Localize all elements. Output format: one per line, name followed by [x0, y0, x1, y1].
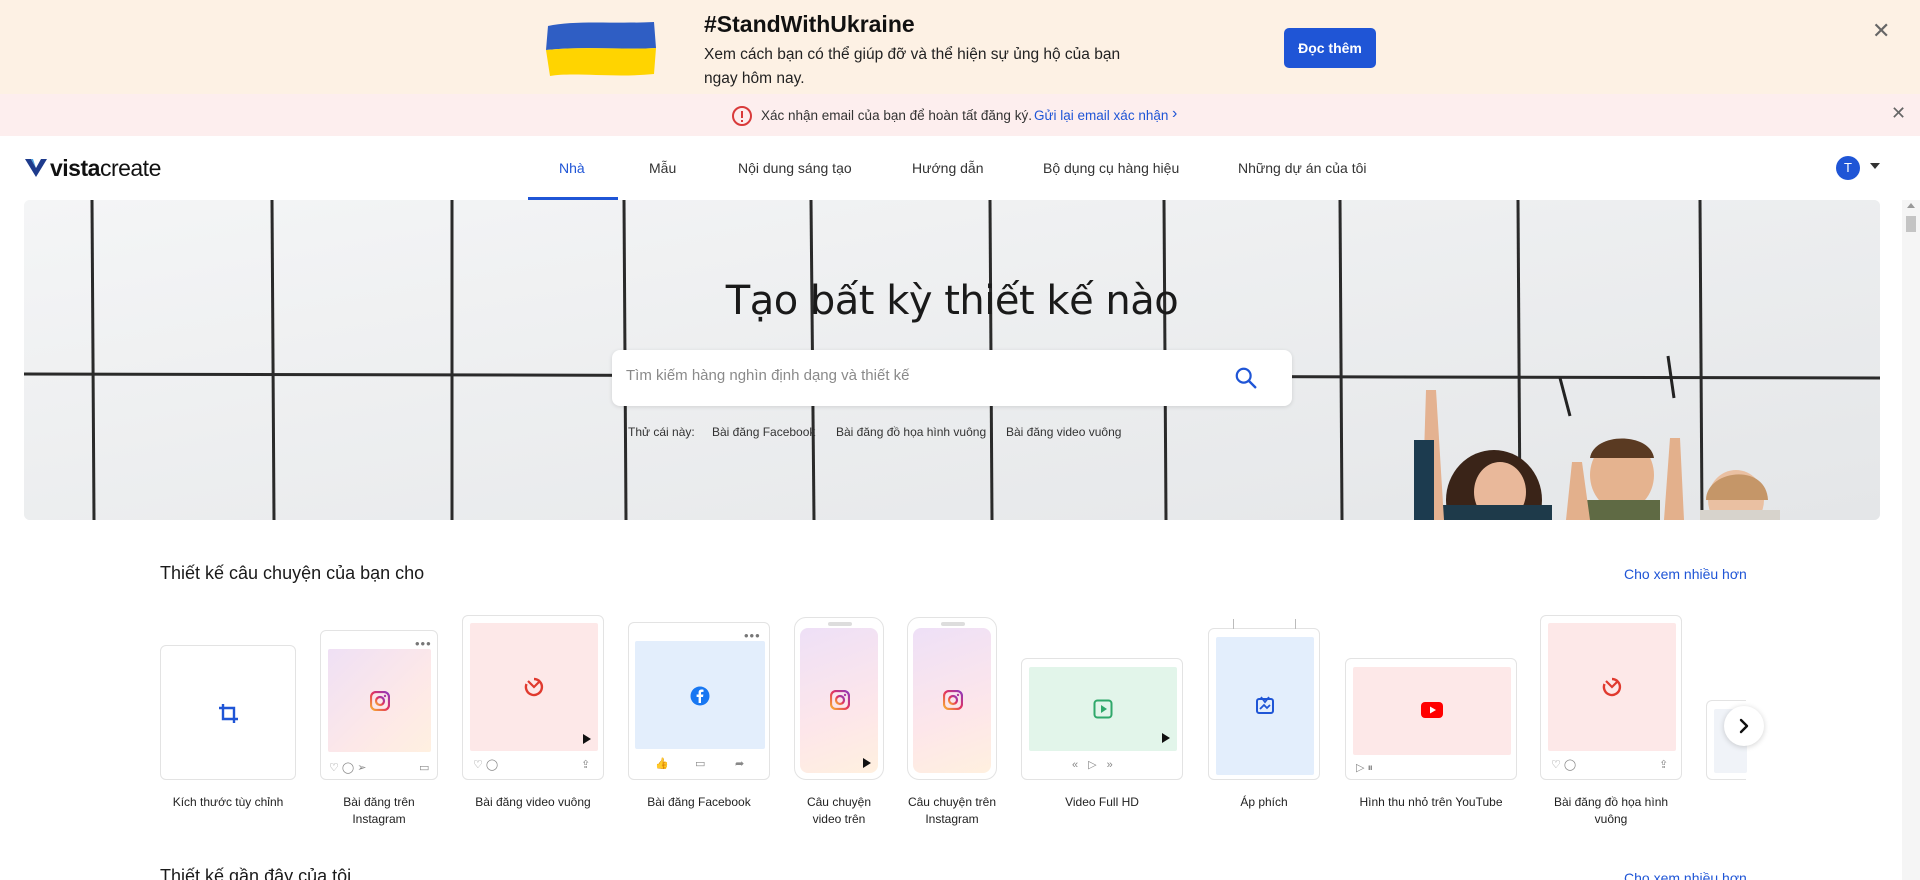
like-icon: ♡ ◯: [1551, 759, 1577, 771]
logo-bold-text: vista: [50, 154, 100, 181]
poster-string: [1233, 619, 1234, 629]
logo-light-text: create: [99, 154, 161, 181]
search-icon[interactable]: [1234, 366, 1258, 390]
play-icon: [863, 758, 871, 768]
format-label: Bài đăng Facebook: [647, 795, 751, 809]
nav-item-templates[interactable]: Mẫu: [649, 160, 676, 176]
suggestion-facebook-post[interactable]: Bài đăng Facebook: [712, 425, 815, 439]
ukraine-description: Xem cách bạn có thể giúp đỡ và thể hiện …: [704, 46, 1121, 87]
format-label: Bài đăng video vuông: [475, 795, 591, 809]
facebook-icon: [690, 686, 710, 706]
format-label: Kích thước tùy chỉnh: [172, 795, 284, 809]
share-icon: ➦: [735, 758, 745, 770]
ukraine-title: #StandWithUkraine: [704, 11, 915, 37]
search-input[interactable]: [626, 367, 1206, 384]
like-icon: ♡ ◯ ➢: [329, 762, 367, 774]
email-confirm-message: Xác nhận email của bạn để hoàn tất đăng …: [761, 108, 1032, 123]
format-card-instagram-post[interactable]: ••• ♡ ◯ ➢ ▭: [320, 630, 438, 780]
chevron-right-icon[interactable]: ›: [1172, 105, 1177, 123]
scrollbar[interactable]: [1902, 200, 1920, 880]
format-label: Hình thu nhỏ trên YouTube: [1359, 795, 1503, 809]
format-card-facebook-post[interactable]: ••• 👍 ▭ ➦: [628, 622, 770, 780]
suggestion-square-graphic-post[interactable]: Bài đăng đồ họa hình vuông: [836, 425, 986, 439]
nav-item-home[interactable]: Nhà: [559, 160, 585, 176]
close-icon[interactable]: ✕: [1872, 20, 1890, 42]
format-label: Video Full HD: [1065, 795, 1139, 809]
format-card-square-video-post[interactable]: ♡ ◯ ⇪: [462, 615, 604, 780]
nav-item-my-projects[interactable]: Những dự án của tôi: [1238, 160, 1367, 176]
caret-down-icon[interactable]: [1870, 163, 1880, 169]
warning-icon: [732, 106, 752, 126]
play-icon: [583, 734, 591, 744]
ukraine-flag-icon: [546, 22, 656, 76]
show-more-link[interactable]: Cho xem nhiều hơn: [1624, 870, 1747, 880]
phone-notch: [941, 622, 965, 626]
hero-banner: Tạo bất kỳ thiết kế nào Thử cái này: Bài…: [24, 200, 1880, 520]
comment-icon: ▭: [695, 758, 706, 770]
scrollbar-thumb[interactable]: [1906, 216, 1916, 232]
video-controls-icon: ▷ ⏸: [1356, 762, 1374, 774]
crop-icon: [219, 704, 238, 723]
instagram-icon: [830, 690, 850, 710]
format-label: Bài đăng trên Instagram: [343, 795, 415, 826]
youtube-icon: [1421, 702, 1443, 718]
avatar[interactable]: T: [1836, 156, 1860, 180]
format-card-youtube-thumbnail[interactable]: ▷ ⏸: [1345, 658, 1517, 780]
format-label: Câu chuyện trên Instagram: [907, 795, 997, 826]
nav-item-brand-kit[interactable]: Bộ dụng cụ hàng hiệu: [1043, 160, 1179, 176]
read-more-button[interactable]: Đọc thêm: [1284, 28, 1376, 68]
resend-email-link[interactable]: Gửi lại email xác nhận: [1034, 108, 1168, 123]
vista-logo-icon: [25, 159, 47, 177]
suggestion-square-video-post[interactable]: Bài đăng video vuông: [1006, 425, 1121, 439]
video-controls-icon: «▷»: [1072, 759, 1123, 771]
instagram-icon: [370, 691, 390, 711]
format-label: Bài đăng đồ họa hình vuông: [1553, 795, 1669, 826]
poster-string: [1295, 619, 1296, 629]
ukraine-banner: #StandWithUkraine Xem cách bạn có thể gi…: [0, 0, 1920, 94]
share-icon: ⇪: [581, 759, 591, 771]
format-card-full-hd-video[interactable]: «▷»: [1021, 658, 1183, 780]
bookmark-icon: ▭: [419, 762, 430, 774]
phone-notch: [828, 622, 852, 626]
play-icon: [1162, 733, 1170, 743]
carousel-next-button[interactable]: [1724, 706, 1764, 746]
vista-icon: [1602, 677, 1622, 697]
format-card-instagram-story[interactable]: [907, 617, 997, 780]
top-nav-header: vistacreate Nhà Mẫu Nội dung sáng tạo Hư…: [0, 136, 1920, 200]
hero-title: Tạo bất kỳ thiết kế nào: [725, 278, 1179, 324]
scroll-up-icon[interactable]: [1907, 203, 1915, 208]
format-label: Câu chuyện video trên: [806, 795, 872, 826]
format-card-video-story[interactable]: [794, 617, 884, 780]
nav-item-creative-content[interactable]: Nội dung sáng tạo: [738, 160, 852, 176]
poster-icon: [1256, 696, 1274, 714]
section-title: Thiết kế câu chuyện của bạn cho: [160, 563, 425, 583]
close-icon[interactable]: ✕: [1891, 104, 1906, 122]
like-icon: 👍: [655, 758, 669, 770]
play-icon: [1093, 699, 1113, 719]
format-card-poster[interactable]: [1208, 619, 1320, 780]
format-card-custom-size[interactable]: [160, 645, 296, 780]
try-label: Thử cái này:: [628, 425, 695, 439]
chevron-right-icon: [1739, 718, 1749, 734]
show-more-link[interactable]: Cho xem nhiều hơn: [1624, 566, 1747, 582]
nav-item-tutorials[interactable]: Hướng dẫn: [912, 160, 983, 176]
vista-icon: [524, 677, 544, 697]
format-label: Áp phích: [1240, 795, 1288, 809]
share-icon: ⇪: [1659, 759, 1669, 771]
instagram-icon: [943, 690, 963, 710]
like-icon: ♡ ◯: [473, 759, 499, 771]
format-card-square-graphic-post[interactable]: ♡ ◯ ⇪: [1540, 615, 1682, 780]
vistacreate-logo[interactable]: vistacreate: [24, 154, 161, 182]
recent-designs-title: Thiết kế gần đây của tôi: [160, 866, 352, 880]
email-confirm-banner: Xác nhận email của bạn để hoàn tất đăng …: [0, 94, 1920, 136]
search-box[interactable]: [612, 350, 1292, 406]
